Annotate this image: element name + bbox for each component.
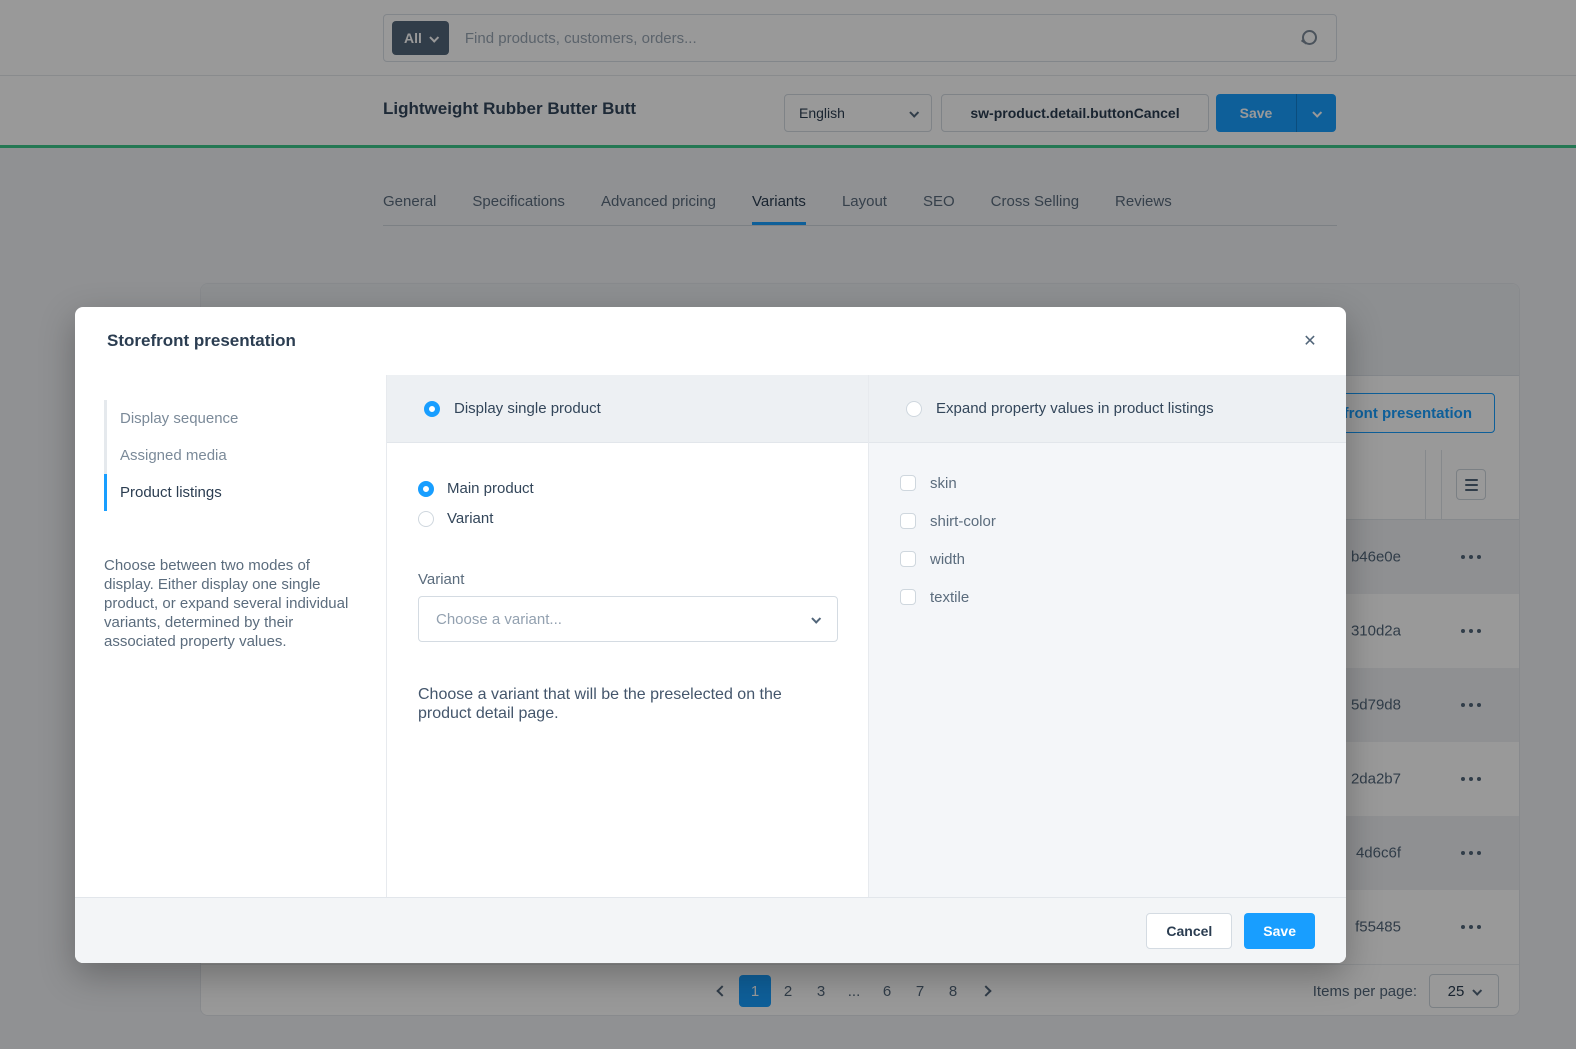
- expand-properties-panel: Expand property values in product listin…: [869, 375, 1346, 897]
- modal-nav: Display sequence Assigned media Product …: [104, 400, 386, 511]
- storefront-presentation-modal: Storefront presentation ✕ Display sequen…: [75, 307, 1346, 963]
- mode-expand-label: Expand property values in product listin…: [936, 400, 1214, 417]
- chevron-down-icon: [811, 613, 821, 623]
- admin-screen: All Lightweight Rubber Butter Butt Engli…: [0, 0, 1576, 1049]
- property-row-textile: textile: [900, 589, 1346, 605]
- modal-save-label: Save: [1263, 923, 1296, 939]
- sidebar-item-assigned-media[interactable]: Assigned media: [107, 437, 386, 474]
- modal-save-button[interactable]: Save: [1244, 913, 1315, 949]
- property-row-skin: skin: [900, 475, 1346, 491]
- property-label: skin: [930, 475, 957, 492]
- property-label: width: [930, 551, 965, 568]
- property-label: shirt-color: [930, 513, 996, 530]
- radio-display-single-product[interactable]: [424, 401, 440, 417]
- property-row-width: width: [900, 551, 1346, 567]
- variant-radio-label: Variant: [447, 510, 493, 527]
- single-product-panel: Display single product Main product Vari…: [387, 375, 869, 897]
- single-product-options: Main product Variant Variant Choose a va…: [387, 443, 868, 897]
- modal-header: Storefront presentation ✕: [75, 307, 1346, 375]
- modal-cancel-label: Cancel: [1166, 923, 1212, 939]
- modal-title: Storefront presentation: [107, 331, 296, 351]
- main-product-label: Main product: [447, 480, 534, 497]
- mode-expand-row: Expand property values in product listin…: [869, 375, 1346, 443]
- sidebar-item-display-sequence[interactable]: Display sequence: [107, 400, 386, 437]
- modal-description: Choose between two modes of display. Eit…: [104, 556, 358, 651]
- checkbox-shirt-color[interactable]: [900, 513, 916, 529]
- checkbox-skin[interactable]: [900, 475, 916, 491]
- variant-select[interactable]: Choose a variant...: [418, 596, 838, 642]
- mode-single-row: Display single product: [387, 375, 868, 443]
- modal-body: Display sequence Assigned media Product …: [75, 375, 1346, 897]
- property-row-shirt-color: shirt-color: [900, 513, 1346, 529]
- sidebar-item-product-listings[interactable]: Product listings: [104, 474, 386, 511]
- variant-select-placeholder: Choose a variant...: [436, 611, 562, 628]
- variant-field-label: Variant: [418, 571, 838, 588]
- radio-expand-properties[interactable]: [906, 401, 922, 417]
- mode-single-label: Display single product: [454, 400, 601, 417]
- property-label: textile: [930, 589, 969, 606]
- modal-footer: Cancel Save: [75, 897, 1346, 963]
- checkbox-textile[interactable]: [900, 589, 916, 605]
- checkbox-width[interactable]: [900, 551, 916, 567]
- modal-sidebar: Display sequence Assigned media Product …: [75, 375, 387, 897]
- main-product-option: Main product: [418, 480, 838, 497]
- radio-variant[interactable]: [418, 511, 434, 527]
- property-list: skin shirt-color width textile: [869, 443, 1346, 897]
- modal-cancel-button[interactable]: Cancel: [1146, 913, 1232, 949]
- variant-option: Variant: [418, 510, 838, 527]
- close-icon[interactable]: ✕: [1299, 330, 1321, 352]
- radio-main-product[interactable]: [418, 481, 434, 497]
- variant-help-text: Choose a variant that will be the presel…: [418, 685, 818, 723]
